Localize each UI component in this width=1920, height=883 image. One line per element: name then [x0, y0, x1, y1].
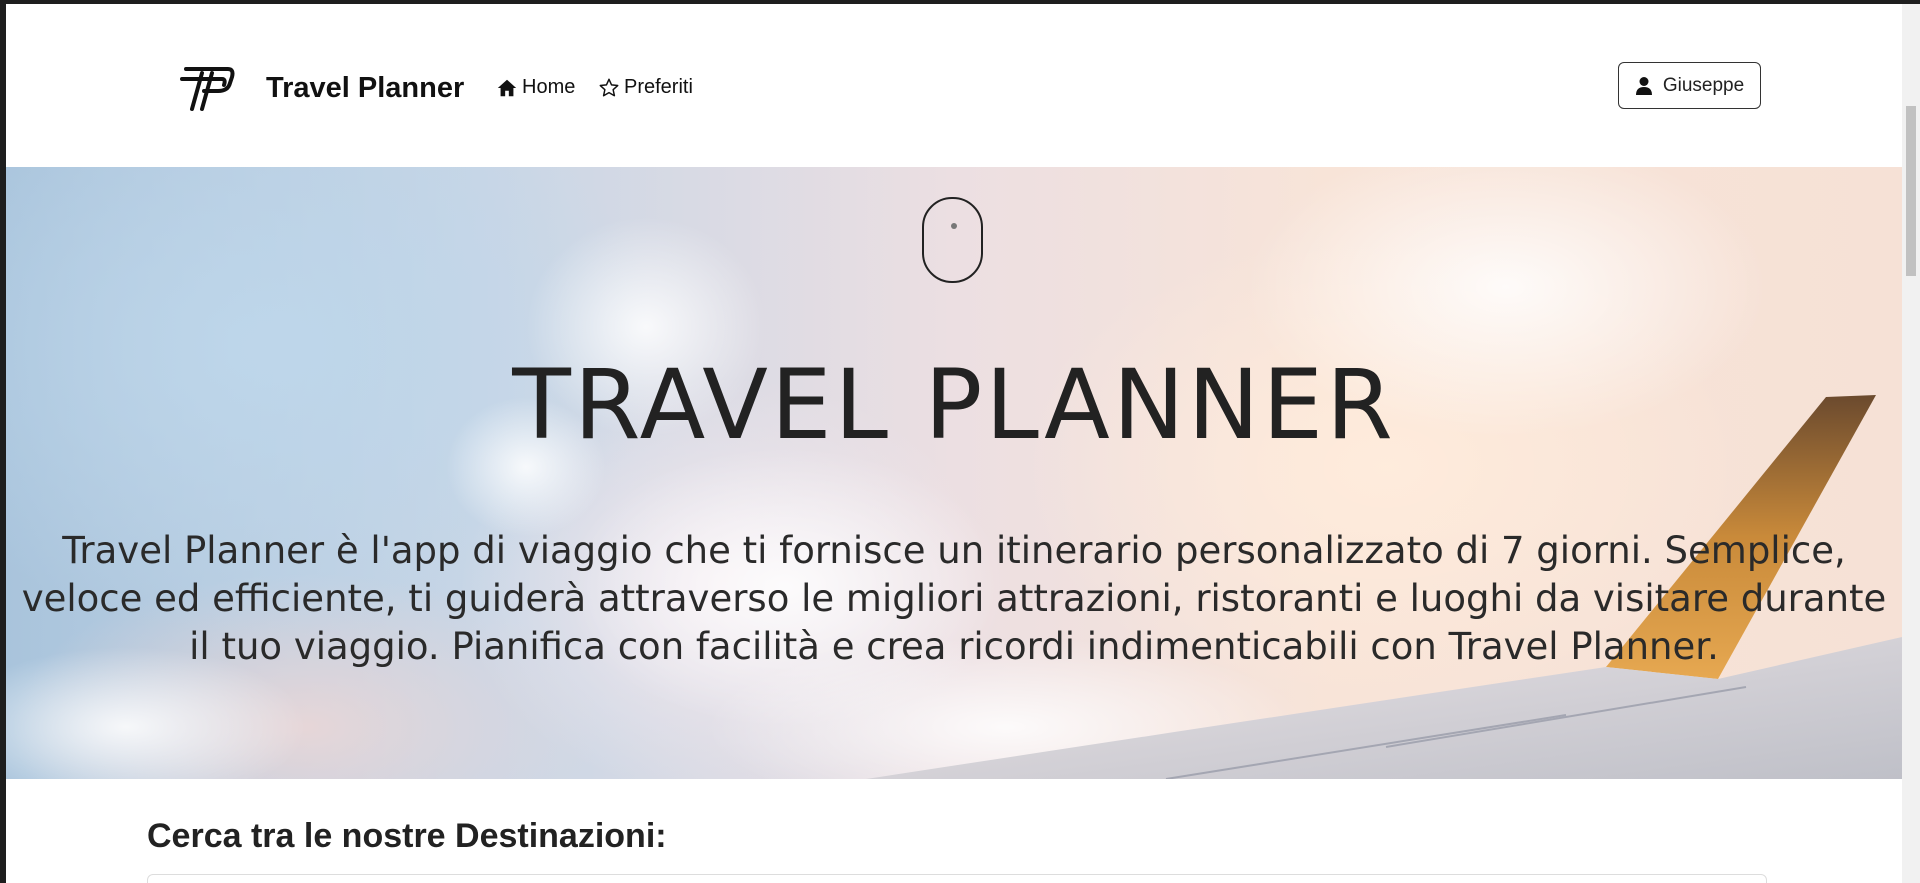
navbar: Travel Planner Home Preferiti Giuseppe — [6, 4, 1902, 167]
hero-banner: TRAVEL PLANNER Travel Planner è l'app di… — [6, 167, 1902, 779]
hero-description: Travel Planner è l'app di viaggio che ti… — [21, 529, 1887, 668]
nav-link-home[interactable]: Home — [496, 76, 575, 99]
mouse-scroll-dot — [951, 223, 957, 229]
browser-viewport: Travel Planner Home Preferiti Giuseppe T… — [6, 4, 1902, 883]
user-account-button[interactable]: Giuseppe — [1618, 62, 1761, 109]
brand-name[interactable]: Travel Planner — [266, 72, 464, 105]
hero-title: TRAVEL PLANNER — [512, 349, 1396, 461]
mouse-scroll-icon[interactable] — [922, 197, 983, 283]
nav-link-label: Home — [522, 76, 576, 98]
nav-link-preferiti[interactable]: Preferiti — [598, 76, 693, 99]
search-section-title: Cerca tra le nostre Destinazioni: — [147, 817, 667, 855]
home-icon — [497, 79, 517, 96]
destination-search-input[interactable] — [147, 874, 1767, 883]
travel-planner-logo[interactable] — [178, 59, 236, 113]
page-scrollbar[interactable] — [1902, 4, 1920, 883]
user-icon — [1635, 76, 1652, 95]
scrollbar-thumb[interactable] — [1906, 106, 1916, 276]
nav-link-label: Preferiti — [624, 76, 693, 98]
user-name: Giuseppe — [1662, 74, 1745, 96]
star-outline-icon — [599, 78, 619, 96]
